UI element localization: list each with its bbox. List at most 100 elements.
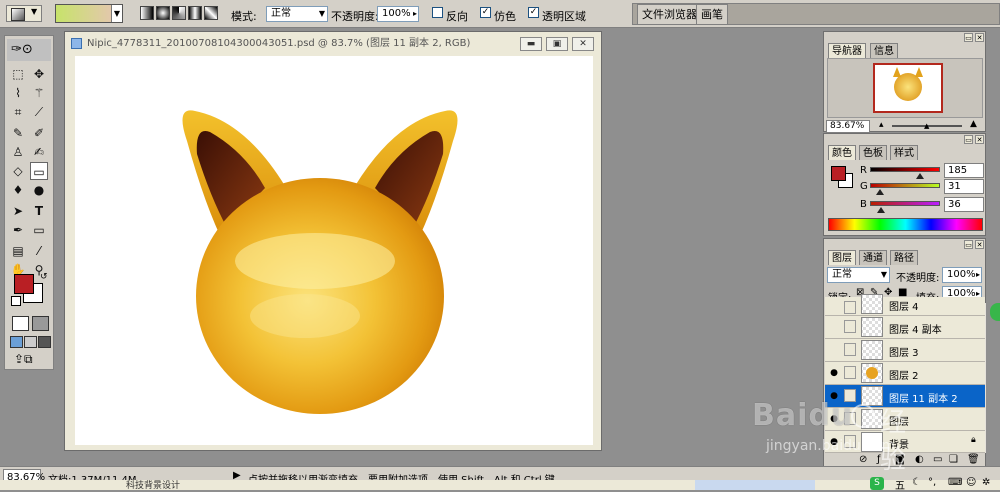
close-icon[interactable]: ✕ bbox=[975, 135, 984, 144]
tab-channels[interactable]: 通道 bbox=[859, 250, 887, 265]
navigator-zoom-field[interactable]: 83.67% bbox=[826, 120, 870, 133]
clone-stamp-icon[interactable]: ♙ bbox=[9, 143, 27, 161]
new-layer-icon[interactable]: ❏ bbox=[949, 454, 958, 465]
tab-paths[interactable]: 路径 bbox=[890, 250, 918, 265]
standard-mode-icon[interactable] bbox=[12, 316, 29, 331]
diamond-gradient-button[interactable] bbox=[204, 6, 218, 20]
swap-colors-icon[interactable]: ↺ bbox=[40, 272, 48, 282]
panel-grip[interactable] bbox=[824, 32, 985, 42]
visibility-toggle[interactable] bbox=[828, 344, 840, 356]
gradient-tool-icon[interactable]: ▭ bbox=[30, 162, 48, 180]
blue-slider-thumb[interactable] bbox=[877, 207, 885, 213]
layer-row[interactable]: ● 图层 2 bbox=[825, 362, 985, 385]
reflected-gradient-button[interactable] bbox=[188, 6, 202, 20]
dither-checkbox[interactable]: ✓ bbox=[480, 7, 491, 18]
blend-mode-select[interactable]: 正常 ▼ bbox=[827, 267, 890, 283]
type-tool-icon[interactable]: T bbox=[30, 202, 48, 220]
eraser-tool-icon[interactable]: ◇ bbox=[9, 162, 27, 180]
navigator-view-box[interactable] bbox=[873, 63, 943, 113]
close-button[interactable]: ✕ bbox=[572, 37, 594, 51]
layer-row[interactable]: 图层 3 bbox=[825, 339, 985, 362]
tab-navigator[interactable]: 导航器 bbox=[828, 43, 866, 58]
ime-moon-icon[interactable]: ☾ bbox=[912, 477, 921, 488]
history-brush-icon[interactable]: ✍ bbox=[30, 143, 48, 161]
blur-tool-icon[interactable]: ♦ bbox=[9, 181, 27, 199]
ime-keyboard-icon[interactable]: ⌨ bbox=[948, 477, 962, 488]
tab-info[interactable]: 信息 bbox=[870, 43, 898, 58]
green-slider[interactable] bbox=[870, 183, 940, 188]
red-slider-thumb[interactable] bbox=[916, 173, 924, 179]
close-icon[interactable]: ✕ bbox=[975, 240, 984, 249]
brush-tool-icon[interactable]: ✐ bbox=[30, 124, 48, 142]
quick-mask-icon[interactable] bbox=[32, 316, 49, 331]
minimize-icon[interactable]: ▭ bbox=[964, 240, 973, 249]
jump-to-imageready-icon[interactable]: ⇪⧉ bbox=[14, 352, 33, 367]
red-value-field[interactable]: 185 bbox=[944, 163, 984, 178]
tab-layers[interactable]: 图层 bbox=[828, 250, 856, 265]
eyedropper-icon[interactable]: ⁄ bbox=[30, 242, 48, 260]
shape-tool-icon[interactable]: ▭ bbox=[30, 221, 48, 239]
file-browser-tab[interactable]: 文件浏览器 bbox=[637, 4, 702, 24]
navigator-preview[interactable] bbox=[827, 58, 983, 118]
link-toggle[interactable] bbox=[844, 301, 856, 314]
lasso-tool-icon[interactable]: ⌇ bbox=[9, 84, 27, 102]
reverse-checkbox[interactable] bbox=[432, 7, 443, 18]
maximize-button[interactable]: ▣ bbox=[546, 37, 568, 51]
blue-slider[interactable] bbox=[870, 201, 940, 206]
green-slider-thumb[interactable] bbox=[876, 189, 884, 195]
red-slider[interactable] bbox=[870, 167, 940, 172]
new-group-icon[interactable]: ▭ bbox=[933, 454, 942, 465]
panel-grip[interactable] bbox=[824, 134, 985, 144]
blue-value-field[interactable]: 36 bbox=[944, 197, 984, 212]
zoom-in-icon[interactable]: ▲ bbox=[970, 119, 977, 129]
crop-tool-icon[interactable]: ⌗ bbox=[9, 103, 27, 121]
tool-preset-picker[interactable]: ▼ bbox=[6, 5, 42, 22]
path-selection-icon[interactable]: ➤ bbox=[9, 202, 27, 220]
transparency-checkbox[interactable]: ✓ bbox=[528, 7, 539, 18]
minimize-button[interactable]: ▬ bbox=[520, 37, 542, 51]
visibility-toggle[interactable] bbox=[828, 302, 840, 314]
slider-thumb-icon[interactable]: ▲ bbox=[924, 122, 929, 130]
link-toggle[interactable] bbox=[844, 320, 856, 333]
panel-grip[interactable] bbox=[824, 239, 985, 249]
slice-tool-icon[interactable]: ⟋ bbox=[30, 103, 48, 121]
marquee-tool-icon[interactable]: ⬚ bbox=[9, 65, 27, 83]
tab-swatches[interactable]: 色板 bbox=[859, 145, 887, 160]
layer-row[interactable]: 图层 4 副本 bbox=[825, 316, 985, 339]
healing-brush-icon[interactable]: ✎ bbox=[9, 124, 27, 142]
image-canvas[interactable] bbox=[75, 56, 593, 445]
feather-logo[interactable]: ✑⊙ bbox=[7, 39, 51, 61]
taskbar-item[interactable]: 科技背景设计 bbox=[126, 478, 180, 491]
color-foreground-swatch[interactable] bbox=[831, 166, 846, 181]
chevron-down-icon[interactable]: ▼ bbox=[111, 5, 122, 22]
layer-opacity-input[interactable]: 100% ▸ bbox=[942, 267, 982, 283]
pen-tool-icon[interactable]: ✒ bbox=[9, 221, 27, 239]
minimize-icon[interactable]: ▭ bbox=[964, 135, 973, 144]
angle-gradient-button[interactable] bbox=[172, 6, 186, 20]
color-spectrum-bar[interactable] bbox=[828, 218, 983, 231]
adjustment-layer-icon[interactable]: ◐ bbox=[915, 454, 924, 465]
close-icon[interactable]: ✕ bbox=[975, 33, 984, 42]
eye-icon[interactable]: ● bbox=[828, 367, 840, 379]
link-toggle[interactable] bbox=[844, 366, 856, 379]
layer-row[interactable]: 图层 4 bbox=[825, 294, 985, 316]
gradient-swatch[interactable]: ▼ bbox=[55, 4, 123, 23]
opacity-input[interactable]: 100% ▸ bbox=[377, 6, 419, 22]
ime-settings-icon[interactable]: ✲ bbox=[982, 477, 990, 488]
tab-styles[interactable]: 样式 bbox=[890, 145, 918, 160]
ime-punct-icon[interactable]: °, bbox=[928, 477, 936, 488]
notes-tool-icon[interactable]: ▤ bbox=[9, 242, 27, 260]
mode-select[interactable]: 正常 ▼ bbox=[266, 6, 328, 22]
link-toggle[interactable] bbox=[844, 343, 856, 356]
magic-wand-icon[interactable]: ⚚ bbox=[30, 84, 48, 102]
screen-mode-full-icon[interactable] bbox=[38, 336, 51, 348]
link-layers-icon[interactable]: ⊘ bbox=[859, 454, 867, 465]
dodge-tool-icon[interactable]: ● bbox=[30, 181, 48, 199]
taskbar-window[interactable] bbox=[695, 480, 815, 490]
linear-gradient-button[interactable] bbox=[140, 6, 154, 20]
brushes-tab[interactable]: 画笔 bbox=[696, 4, 728, 24]
default-colors-icon[interactable] bbox=[11, 296, 21, 306]
minimize-icon[interactable]: ▭ bbox=[964, 33, 973, 42]
side-plugin-tab[interactable] bbox=[990, 303, 1000, 321]
zoom-out-icon[interactable]: ▴ bbox=[879, 120, 884, 130]
